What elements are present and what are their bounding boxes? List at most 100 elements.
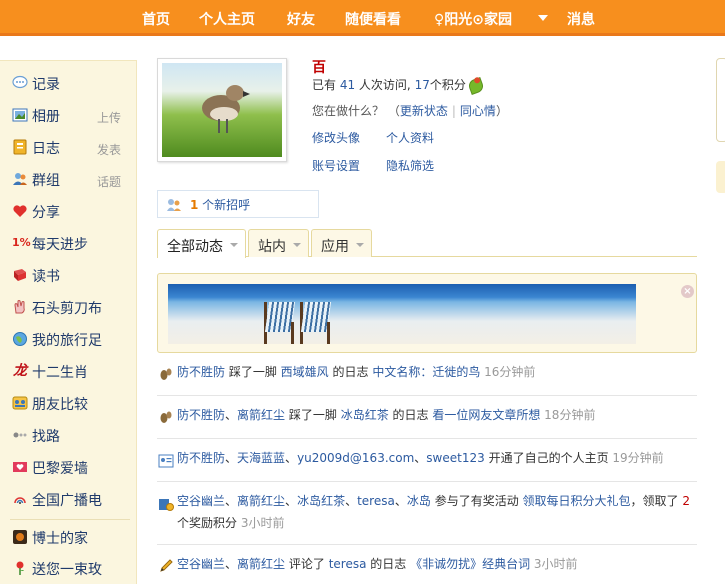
feed-link[interactable]: 离箭红尘	[237, 408, 285, 422]
feed-text: ，领取了	[630, 494, 683, 508]
beach-chairs-image[interactable]	[168, 284, 636, 344]
tab-on-site[interactable]: 站内	[248, 229, 309, 257]
feed-link[interactable]: 空谷幽兰	[177, 494, 225, 508]
feed-link[interactable]: 看一位网友文章所想	[432, 408, 540, 422]
sidebar-item-label: 日志	[32, 141, 60, 157]
sidebar-item-paris-love-wall[interactable]: 巴黎爱墙	[10, 456, 135, 478]
feed-text: 参与了有奖活动	[430, 494, 523, 508]
sidebar-item-label: 十二生肖	[32, 365, 88, 381]
feed-link[interactable]: yu2009d@163.com	[297, 451, 414, 465]
tab-apps[interactable]: 应用	[311, 229, 372, 257]
feed-link[interactable]: 防不胜防	[177, 451, 225, 465]
nav-my-homepage[interactable]: 个人主页	[199, 9, 255, 29]
sidebar-item-share[interactable]: 分享	[10, 200, 135, 222]
feed-text: 、	[345, 494, 358, 508]
visit-count[interactable]: 41	[340, 78, 355, 92]
avatar[interactable]	[157, 58, 287, 162]
feed-link[interactable]: 冰岛红茶	[341, 408, 389, 422]
right-panel-edge-tab[interactable]	[716, 161, 725, 193]
feed-link[interactable]: 离箭红尘	[237, 494, 285, 508]
sidebar-item-label: 读书	[32, 269, 60, 285]
promo-banner: ×	[157, 273, 697, 353]
greeting-people-icon	[166, 197, 182, 213]
sidebar-item-doctor-home[interactable]: 博士的家	[10, 526, 135, 548]
sidebar-item-daily-progress[interactable]: 1% 每天进步	[10, 232, 135, 254]
route-icon	[12, 427, 28, 443]
nav-family-home[interactable]: ♀阳光⊙家园	[434, 9, 512, 29]
sidebar-item-rock-paper-scissors[interactable]: 石头剪刀布	[10, 296, 135, 318]
tab-all-activity[interactable]: 全部动态	[157, 229, 246, 258]
sidebar-item-records[interactable]: 记录	[10, 72, 135, 94]
feed-link[interactable]: sweet123	[426, 451, 484, 465]
profile-stats: 已有 41 人次访问, 17个积分	[312, 76, 485, 95]
feed-item: 防不胜防 踩了一脚 西域雄风 的日志 中文名称：迁徙的鸟 16分钟前	[157, 360, 697, 396]
diary-icon	[12, 139, 28, 155]
feed-link[interactable]: 西域雄风	[281, 365, 329, 379]
feed-timestamp: 3小时前	[240, 516, 285, 530]
feed-link[interactable]: teresa	[357, 494, 395, 508]
sidebar-item-diary[interactable]: 日志 发表	[10, 136, 135, 158]
chevron-down-icon	[293, 243, 301, 247]
sidebar-item-reading[interactable]: 读书	[10, 264, 135, 286]
close-icon[interactable]: ×	[681, 285, 694, 298]
feed-text: 踩了一脚	[285, 408, 341, 422]
feed-text: 的日志	[388, 408, 433, 422]
sidebar-item-friend-compare[interactable]: 朋友比较	[10, 392, 135, 414]
feed-link[interactable]: 冰岛	[407, 494, 431, 508]
sidebar-item-send-roses[interactable]: 送您一束玫	[10, 557, 135, 579]
sidebar-item-find-route[interactable]: 找路	[10, 424, 135, 446]
privacy-filter-link[interactable]: 隐私筛选	[386, 157, 434, 174]
feed-link[interactable]: 天海蓝蓝	[237, 451, 285, 465]
house-icon	[12, 529, 28, 545]
points-count[interactable]: 17	[415, 78, 430, 92]
feed-text: 的日志	[366, 557, 411, 571]
chevron-down-icon	[230, 243, 238, 247]
nav-home[interactable]: 首页	[142, 9, 170, 29]
sidebar-item-zodiac[interactable]: 龙 十二生肖	[10, 360, 135, 382]
profile-name[interactable]: 百	[312, 57, 326, 77]
feed-link[interactable]: 中文名称：迁徙的鸟	[372, 365, 480, 379]
pencil-icon	[158, 558, 174, 574]
feed-text: 、	[414, 451, 427, 465]
feed-link[interactable]: 《非诚勿扰》经典台词	[410, 557, 530, 571]
publish-link[interactable]: 发表	[97, 141, 121, 158]
feed-link[interactable]: 防不胜防	[177, 365, 225, 379]
same-mood-link[interactable]: 同心情	[460, 104, 496, 118]
feed-text: 2	[682, 494, 690, 508]
footprint-icon	[158, 366, 174, 382]
profile-info-link[interactable]: 个人资料	[386, 129, 434, 146]
edit-avatar-link[interactable]: 修改头像	[312, 129, 360, 146]
feed-link[interactable]: 领取每日积分大礼包	[523, 494, 631, 508]
chevron-down-icon[interactable]	[538, 15, 548, 21]
upload-link[interactable]: 上传	[97, 109, 121, 126]
feed-text: 、	[225, 451, 238, 465]
sidebar-item-label: 全国广播电	[32, 493, 102, 509]
account-settings-link[interactable]: 账号设置	[312, 157, 360, 174]
feed-link[interactable]: 冰岛红茶	[297, 494, 345, 508]
sidebar-item-groups[interactable]: 群组 话题	[10, 168, 135, 190]
percent-icon: 1%	[12, 236, 31, 249]
sidebar-item-label: 记录	[32, 77, 60, 93]
feed-text: 的日志	[328, 365, 373, 379]
sidebar-item-label: 相册	[32, 109, 60, 125]
feed-link[interactable]: 防不胜防	[177, 408, 225, 422]
feed-link[interactable]: 空谷幽兰	[177, 557, 225, 571]
feed-item-text: 空谷幽兰、离箭红尘、冰岛红茶、teresa、冰岛 参与了有奖活动 领取每日积分大…	[177, 490, 697, 534]
new-greetings-box[interactable]: 1 个新招呼	[157, 190, 319, 218]
feed-link[interactable]: 离箭红尘	[237, 557, 285, 571]
sidebar-item-album[interactable]: 相册 上传	[10, 104, 135, 126]
heart-icon	[12, 203, 28, 219]
nav-explore[interactable]: 随便看看	[345, 9, 401, 29]
status-prompt: 您在做什么？	[312, 104, 385, 118]
nav-friends[interactable]: 好友	[287, 9, 315, 29]
hand-icon	[12, 299, 28, 315]
feed-item: 空谷幽兰、离箭红尘、冰岛红茶、teresa、冰岛 参与了有奖活动 领取每日积分大…	[157, 482, 697, 545]
feed-link[interactable]: teresa	[329, 557, 367, 571]
speech-bubble-icon	[12, 75, 28, 91]
topics-link[interactable]: 话题	[97, 173, 121, 190]
sidebar-item-radio[interactable]: 全国广播电	[10, 488, 135, 510]
sidebar-item-travel[interactable]: 我的旅行足	[10, 328, 135, 350]
update-status-link[interactable]: 更新状态	[400, 104, 448, 118]
feed-item: 防不胜防、天海蓝蓝、yu2009d@163.com、sweet123 开通了自己…	[157, 439, 697, 482]
nav-messages[interactable]: 消息	[567, 9, 595, 29]
